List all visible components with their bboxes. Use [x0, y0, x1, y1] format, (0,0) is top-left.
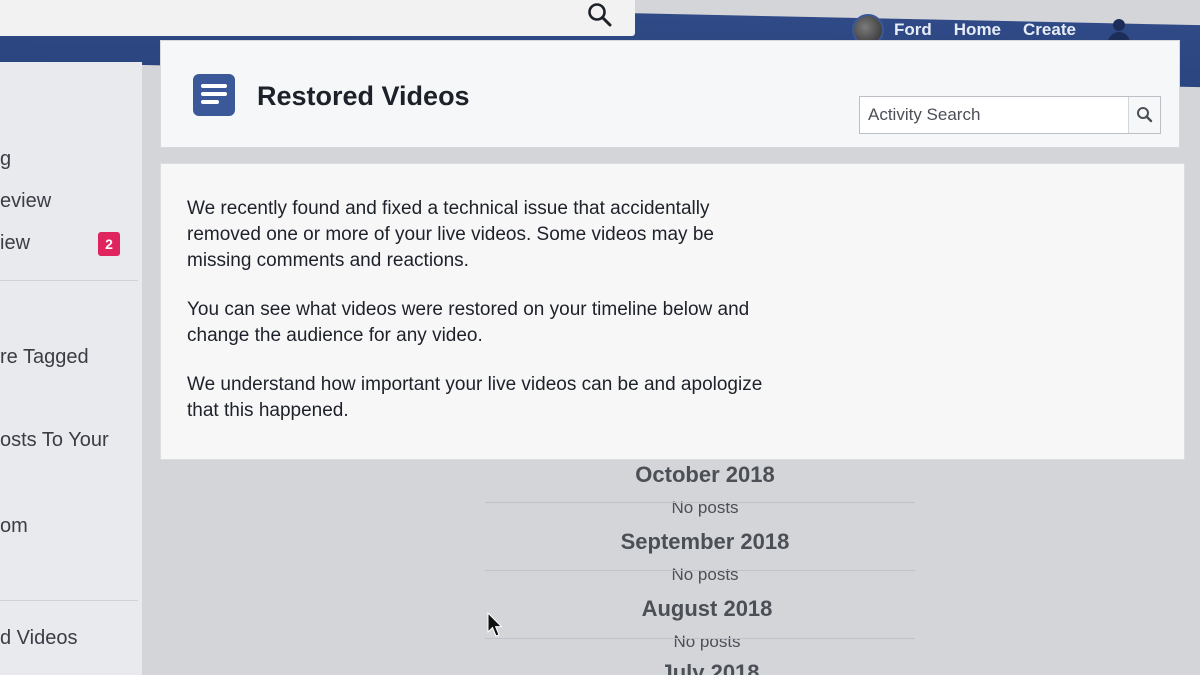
nav-home-link[interactable]: Home — [954, 20, 1001, 40]
search-icon — [1137, 107, 1153, 123]
timeline-divider — [485, 502, 915, 503]
month-title: July 2018 — [660, 660, 760, 675]
page-title: Restored Videos — [257, 81, 470, 111]
sidebar-item-1[interactable]: g — [0, 148, 11, 171]
sidebar-item-tagged[interactable]: re Tagged — [0, 346, 89, 369]
timeline-divider — [485, 570, 915, 571]
sidebar-item-posts-to-your[interactable]: osts To Your — [0, 429, 109, 452]
month-title: August 2018 — [641, 596, 773, 621]
notice-paragraph: We understand how important your live vi… — [187, 374, 763, 421]
page-header-card: Restored Videos — [160, 40, 1180, 148]
global-search-input[interactable] — [0, 0, 560, 36]
notice-paragraph: You can see what videos were restored on… — [187, 299, 750, 346]
notice-paragraph: We recently found and fixed a technical … — [187, 198, 714, 271]
global-search-bar[interactable] — [0, 0, 635, 36]
notification-badge: 2 — [98, 232, 120, 256]
month-status: No posts — [673, 632, 741, 651]
month-status: No posts — [671, 565, 739, 584]
mouse-cursor-icon — [487, 612, 503, 637]
timeline-divider — [485, 638, 915, 639]
sidebar-divider — [0, 280, 138, 281]
search-icon[interactable] — [587, 2, 613, 28]
sidebar-item-2[interactable]: eview — [0, 190, 51, 213]
timeline-month: September 2018 No posts — [555, 529, 855, 585]
activity-search[interactable] — [859, 96, 1161, 134]
profile-name: Ford — [894, 20, 932, 39]
month-title: October 2018 — [635, 462, 775, 487]
timeline-month: October 2018 No posts — [555, 462, 855, 518]
month-status: No posts — [671, 498, 739, 517]
sidebar-item-om[interactable]: om — [0, 515, 28, 538]
sidebar-item-3[interactable]: iew — [0, 232, 30, 255]
timeline-month: July 2018 — [560, 660, 860, 675]
sidebar-item-videos[interactable]: d Videos — [0, 627, 77, 650]
restored-videos-notice: We recently found and fixed a technical … — [160, 163, 1185, 460]
nav-create-link[interactable]: Create — [1023, 20, 1076, 40]
sidebar-divider — [0, 600, 138, 601]
month-title: September 2018 — [620, 529, 790, 554]
activity-search-input[interactable] — [860, 97, 1130, 133]
activity-search-button[interactable] — [1128, 97, 1160, 133]
timeline-month: August 2018 No posts — [557, 596, 857, 652]
left-sidebar: g eview iew 2 re Tagged osts To Your om … — [0, 62, 142, 675]
list-icon — [193, 74, 235, 116]
